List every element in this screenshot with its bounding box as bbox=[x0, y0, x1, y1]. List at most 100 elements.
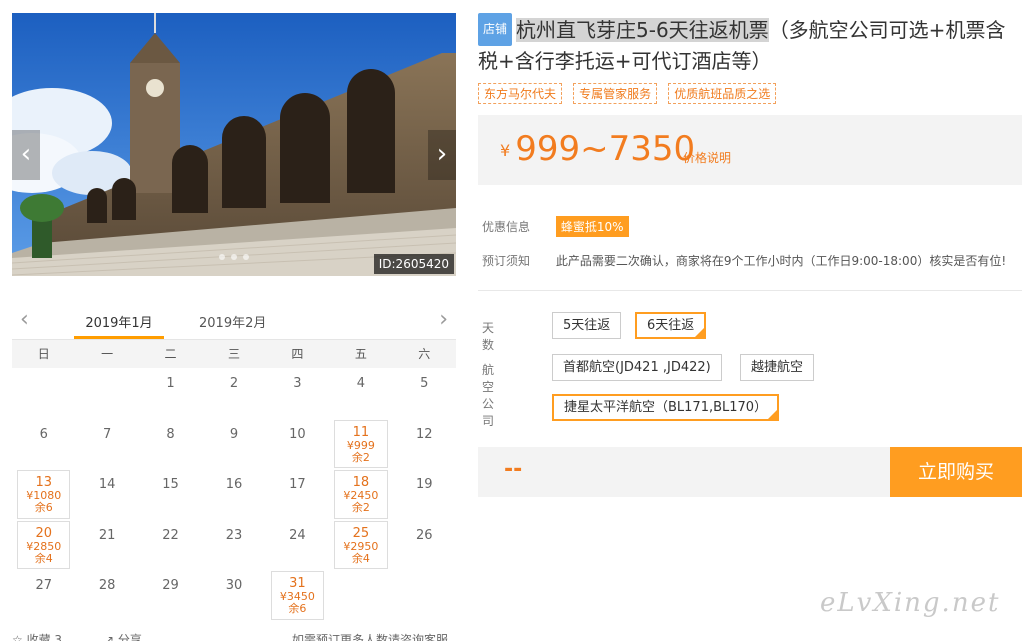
booking-text: 此产品需要二次确认，商家将在9个工作小时内（工作日9:00-18:00）核实是否… bbox=[555, 254, 1007, 268]
day-number: 6 bbox=[39, 426, 48, 442]
day-number: 25 bbox=[352, 525, 370, 541]
weekday-label: 一 bbox=[101, 347, 114, 361]
days-label: 天数 bbox=[482, 321, 495, 352]
calendar-day: 28 bbox=[75, 570, 138, 621]
church-photo bbox=[12, 13, 456, 276]
calendar-day-available[interactable]: 18 ¥2450 余2 bbox=[334, 470, 388, 519]
day-number: 19 bbox=[416, 477, 433, 492]
price-calendar: ‹ 2019年1月 2019年2月 › 日 一 二 三 四 五 六 123456… bbox=[12, 304, 456, 621]
calendar-grid: 1 2 3 4 5 6 7 8 9 10 11 ¥999 余2 12 13 ¥1080 余6 14 15 16 17 18… bbox=[12, 368, 456, 621]
calendar-day: 4 bbox=[329, 368, 392, 419]
day-number: 17 bbox=[289, 477, 306, 492]
calendar-day-available[interactable]: 31 ¥3450 余6 bbox=[270, 571, 325, 620]
day-number: 21 bbox=[98, 527, 116, 543]
buy-bar: -- 立即购买 bbox=[478, 447, 1022, 497]
day-number: 23 bbox=[225, 527, 243, 543]
calendar-day: 1 bbox=[139, 368, 202, 419]
photo-prev-arrow[interactable]: ‹ bbox=[12, 130, 40, 180]
day-remaining: 余4 bbox=[34, 551, 53, 565]
calendar-day: 9 bbox=[202, 419, 265, 470]
calendar-day: 21 bbox=[75, 520, 138, 571]
currency-symbol: ¥ bbox=[500, 141, 511, 160]
photo-dot[interactable] bbox=[219, 254, 225, 260]
calendar-day bbox=[12, 368, 75, 419]
selected-price: -- bbox=[504, 457, 523, 482]
weekday-label: 三 bbox=[227, 347, 240, 361]
price-value: 999~7350 bbox=[515, 129, 696, 169]
day-remaining: 余6 bbox=[288, 602, 307, 615]
calendar-day: 12 bbox=[393, 419, 456, 470]
calendar-day: 3 bbox=[266, 368, 329, 419]
day-number: 26 bbox=[416, 527, 433, 543]
divider bbox=[478, 290, 1022, 291]
calendar-day: 8 bbox=[139, 419, 202, 470]
calendar-month-tab-2[interactable]: 2019年2月 bbox=[199, 312, 266, 331]
days-option-6[interactable]: 6天往返 bbox=[635, 312, 707, 339]
calendar-day: 22 bbox=[139, 520, 202, 571]
weekday-label: 二 bbox=[164, 347, 177, 361]
calendar-day-available[interactable]: 13 ¥1080 余6 bbox=[17, 470, 71, 519]
calendar-day: 15 bbox=[139, 469, 202, 520]
calendar-day: 24 bbox=[266, 520, 329, 571]
day-number: 14 bbox=[98, 477, 116, 492]
calendar-day: 2 bbox=[202, 368, 265, 419]
promo-label: 优惠信息 bbox=[482, 220, 531, 234]
calendar-day: 30 bbox=[202, 570, 265, 621]
promo-row: 优惠信息 蜂蜜抵10% bbox=[482, 216, 629, 237]
product-title: 店铺 杭州直飞芽庄5-6天往返机票（多航空公司可选+机票含税+含行李托运+可代订酒… bbox=[478, 13, 1018, 77]
airline-option-vietjet[interactable]: 越捷航空 bbox=[740, 354, 815, 381]
day-number: 9 bbox=[229, 426, 239, 442]
calendar-day: 6 bbox=[12, 419, 75, 470]
calendar-next-icon[interactable]: › bbox=[439, 306, 448, 334]
day-number: 5 bbox=[420, 376, 429, 391]
day-price: ¥2850 bbox=[26, 539, 62, 553]
day-number: 15 bbox=[162, 477, 179, 492]
day-number: 3 bbox=[293, 376, 302, 391]
day-number: 28 bbox=[98, 578, 116, 593]
calendar-day: 23 bbox=[202, 520, 265, 571]
calendar-day: 19 bbox=[393, 469, 456, 520]
favorite-link[interactable]: ☆ 收藏 3 bbox=[12, 631, 62, 641]
day-number: 4 bbox=[356, 376, 365, 391]
photo-id-label: ID:2605420 bbox=[373, 254, 454, 274]
calendar-day-available[interactable]: 20 ¥2850 余4 bbox=[17, 520, 71, 569]
day-remaining: 余4 bbox=[351, 551, 370, 565]
day-price: ¥2950 bbox=[343, 539, 379, 553]
photo-next-arrow[interactable]: › bbox=[428, 130, 456, 180]
photo-dot[interactable] bbox=[243, 254, 249, 260]
airline-option-jetstar[interactable]: 捷星太平洋航空（BL171,BL170） bbox=[552, 394, 780, 421]
calendar-day: 29 bbox=[139, 570, 202, 621]
day-remaining: 余2 bbox=[351, 501, 370, 514]
day-number: 16 bbox=[225, 477, 243, 492]
weekday-label: 五 bbox=[354, 347, 367, 361]
weekday-label: 日 bbox=[37, 347, 50, 361]
promo-badge: 蜂蜜抵10% bbox=[555, 216, 629, 237]
price-explanation-link[interactable]: 价格说明 bbox=[683, 149, 731, 166]
calendar-day bbox=[75, 368, 138, 419]
day-number: 22 bbox=[162, 527, 179, 543]
calendar-day bbox=[329, 570, 392, 621]
share-link[interactable]: ↗ 分享 bbox=[104, 631, 142, 641]
day-number: 27 bbox=[35, 578, 52, 593]
calendar-weekday-row: 日 一 二 三 四 五 六 bbox=[12, 340, 456, 368]
days-option-5[interactable]: 5天往返 bbox=[552, 312, 622, 339]
buy-now-button[interactable]: 立即购买 bbox=[890, 447, 1022, 497]
feature-tag: 专属管家服务 bbox=[573, 83, 658, 104]
day-price: ¥999 bbox=[346, 438, 375, 452]
contact-note[interactable]: 如需预订更多人数请咨询客服 bbox=[292, 631, 448, 641]
product-tags: 东方马尔代夫 专属管家服务 优质航班品质之选 bbox=[478, 83, 1018, 104]
calendar-month-tab-1[interactable]: 2019年1月 bbox=[74, 312, 164, 339]
calendar-day: 5 bbox=[393, 368, 456, 419]
calendar-day: 16 bbox=[202, 469, 265, 520]
calendar-day: 14 bbox=[75, 469, 138, 520]
photo-dot[interactable] bbox=[231, 254, 237, 260]
day-remaining: 余6 bbox=[34, 501, 53, 514]
product-header: 店铺 杭州直飞芽庄5-6天往返机票（多航空公司可选+机票含税+含行李托运+可代订酒… bbox=[478, 13, 1018, 104]
calendar-prev-icon[interactable]: ‹ bbox=[20, 306, 29, 334]
airline-option-jd[interactable]: 首都航空(JD421 ,JD422) bbox=[552, 354, 722, 381]
calendar-day-available[interactable]: 25 ¥2950 余4 bbox=[334, 520, 388, 569]
calendar-day-available[interactable]: 11 ¥999 余2 bbox=[334, 419, 388, 468]
store-tag[interactable]: 店铺 bbox=[478, 13, 513, 46]
weekday-label: 六 bbox=[418, 347, 431, 361]
feature-tag: 东方马尔代夫 bbox=[478, 83, 563, 104]
